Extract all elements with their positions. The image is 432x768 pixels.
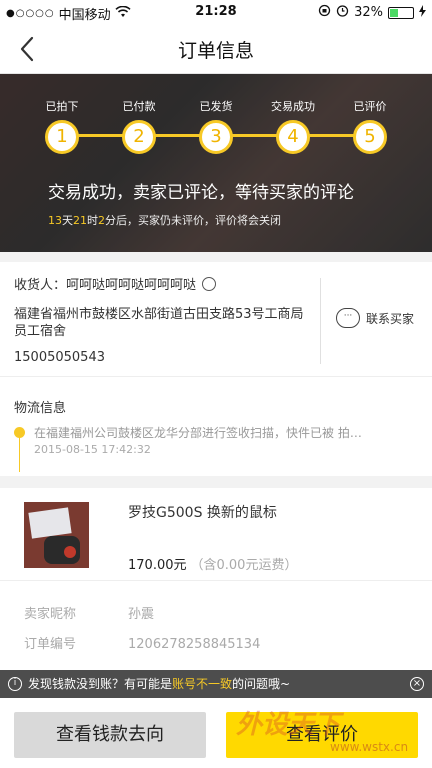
product-thumbnail	[24, 502, 89, 568]
progress-steps: 已拍下 1 已付款 2 已发货 3 交易成功 4 已评价 5	[0, 98, 432, 168]
step-2: 已付款 2	[109, 98, 169, 154]
receiver-name: 收货人：呵呵哒呵呵哒呵呵呵哒	[14, 274, 217, 293]
timeline-line	[19, 432, 20, 472]
status-bar: ●○○○○ 中国移动 21:28 32%	[0, 0, 432, 24]
product-row[interactable]: 罗技G500S 换新的鼠标 170.00元 （含0.00元运费）	[0, 488, 432, 580]
chat-bubble-icon: ···	[336, 308, 360, 328]
detail-row: 订单编号 1206278258845134	[24, 637, 261, 652]
step-3: 已发货 3	[186, 98, 246, 154]
battery-icon	[388, 6, 414, 19]
step-4: 交易成功 4	[263, 98, 323, 154]
alarm-icon	[336, 4, 349, 21]
detail-row: 卖家昵称 孙震	[24, 607, 155, 622]
logistics-header: 物流信息	[14, 401, 67, 416]
shipping-address: 收货人：呵呵哒呵呵哒呵呵呵哒 福建省福州市鼓楼区水部街道古田支路53号工商局员工…	[0, 262, 432, 376]
notice-toast[interactable]: i 发现钱款没到账？有可能是账号不一致的问题哦~ ×	[0, 670, 432, 698]
timeline-dot-icon	[14, 427, 25, 438]
divider	[320, 278, 321, 364]
page-title: 订单信息	[177, 40, 254, 62]
logistics-time: 2015-08-15 17:42:32	[34, 443, 151, 456]
step-1: 已拍下 1	[32, 98, 92, 154]
view-money-button[interactable]: 查看钱款去向	[14, 712, 206, 758]
close-icon[interactable]: ×	[410, 677, 424, 691]
emoji-icon	[202, 277, 217, 291]
street-address: 福建省福州市鼓楼区水部街道古田支路53号工商局员工宿舍	[14, 307, 304, 339]
charging-icon	[419, 4, 426, 21]
nav-bar: 订单信息	[0, 24, 432, 74]
rotation-lock-icon	[318, 4, 331, 21]
info-icon: i	[8, 677, 22, 691]
order-details: 卖家昵称 孙震 订单编号 1206278258845134	[0, 580, 432, 670]
logistics-section[interactable]: 物流信息 在福建福州公司鼓楼区龙华分部进行签收扫描，快件已被 拍… 2015-0…	[0, 376, 432, 476]
view-review-button[interactable]: 查看评价	[226, 712, 418, 758]
review-countdown: 13天21时2分后，买家仍未评价，评价将会关闭	[48, 214, 281, 227]
toast-text: 发现钱款没到账？有可能是账号不一致的问题哦~	[28, 677, 291, 691]
product-price: 170.00元 （含0.00元运费）	[128, 558, 298, 573]
receiver-phone: 15005050543	[14, 350, 105, 365]
step-5: 已评价 5	[340, 98, 400, 154]
contact-buyer-button[interactable]: ··· 联系买家	[336, 308, 414, 328]
status-message: 交易成功，卖家已评论，等待买家的评论	[48, 183, 354, 203]
battery-percent: 32%	[354, 5, 383, 20]
logistics-latest: 在福建福州公司鼓楼区龙华分部进行签收扫描，快件已被 拍…	[34, 426, 362, 440]
product-name: 罗技G500S 换新的鼠标	[128, 505, 277, 521]
bottom-action-bar: 查看钱款去向 查看评价	[0, 698, 432, 768]
order-status-banner: 已拍下 1 已付款 2 已发货 3 交易成功 4 已评价 5 交易成功，卖家已评…	[0, 74, 432, 252]
